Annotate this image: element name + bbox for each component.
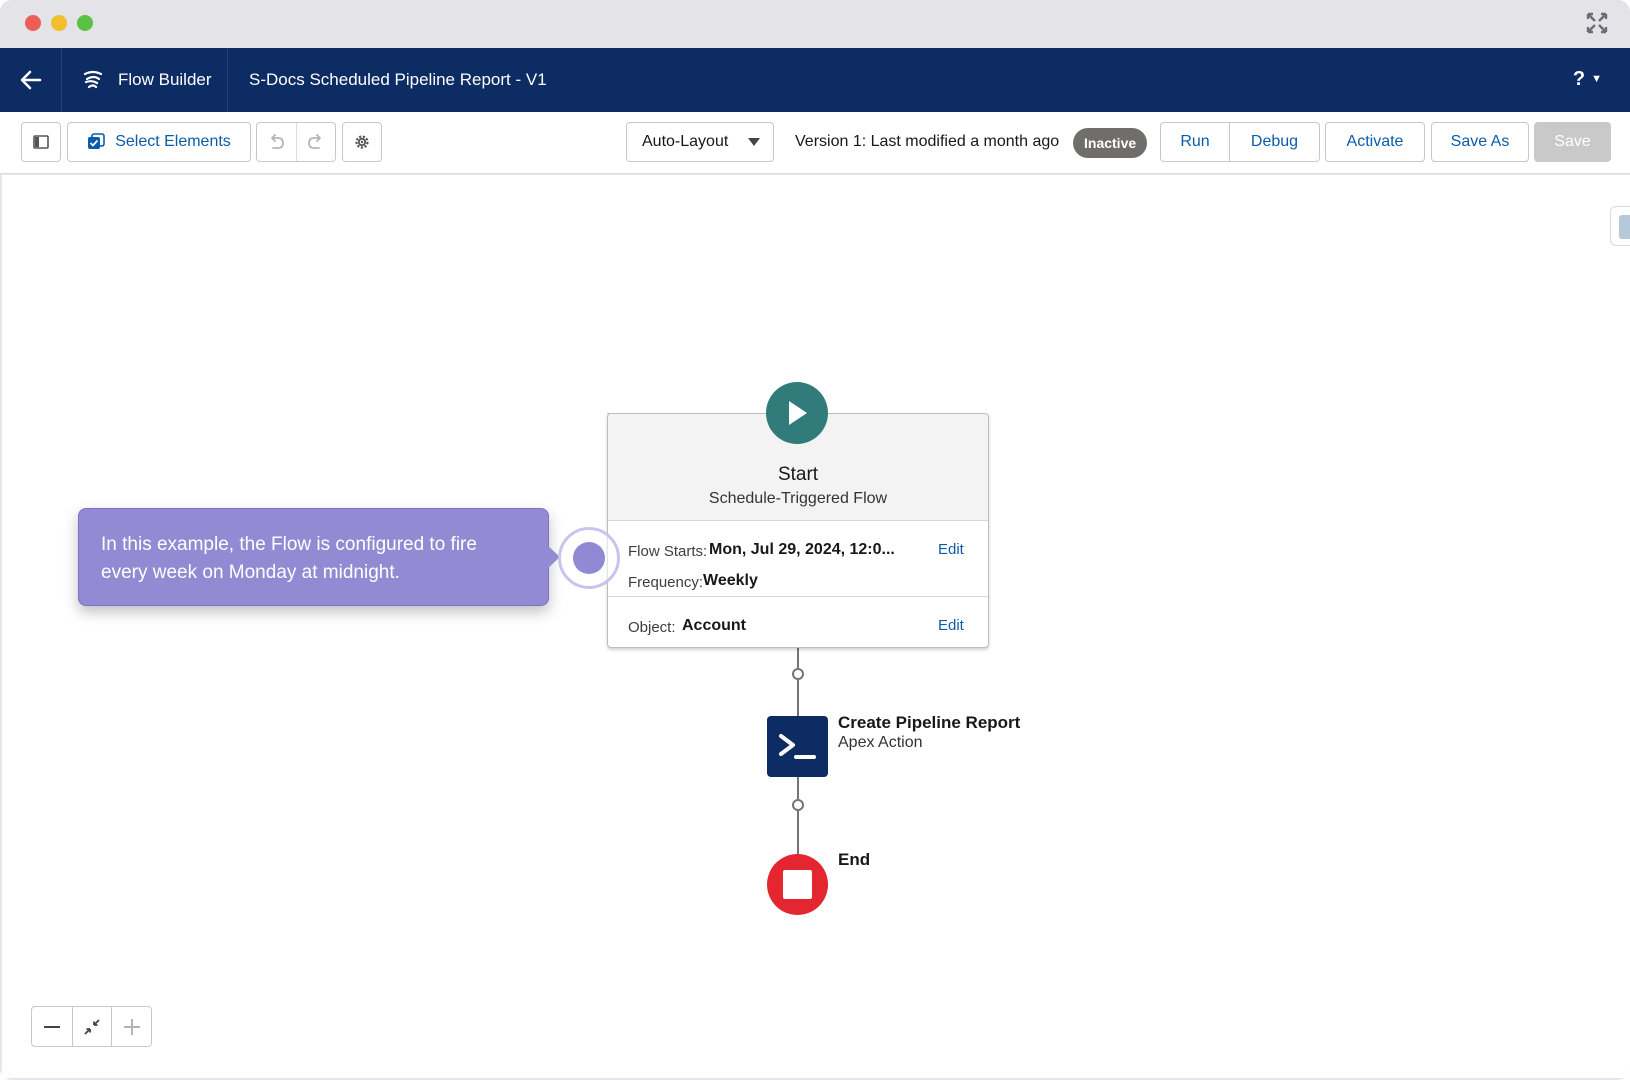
maximize-window-button[interactable] — [77, 15, 93, 31]
start-node-icon[interactable] — [766, 382, 828, 444]
zoom-out-button[interactable] — [32, 1007, 72, 1046]
end-node[interactable] — [767, 854, 828, 915]
fit-view-icon — [84, 1018, 100, 1035]
object-label: Object: — [628, 619, 676, 636]
layout-mode-value: Auto-Layout — [642, 133, 729, 150]
add-element-button[interactable] — [792, 799, 804, 811]
app-header: Flow Builder S-Docs Scheduled Pipeline R… — [0, 48, 1630, 112]
flow-builder-brand: Flow Builder — [62, 48, 228, 112]
frequency-label: Frequency: — [628, 574, 704, 591]
select-elements-button[interactable]: Select Elements — [67, 122, 251, 162]
start-node-subtitle: Schedule-Triggered Flow — [708, 490, 888, 507]
window-titlebar — [0, 0, 1630, 48]
back-button[interactable] — [0, 48, 62, 112]
toolbox-panel-toggle[interactable] — [1610, 206, 1630, 246]
flow-title: S-Docs Scheduled Pipeline Report - V1 — [249, 70, 547, 89]
back-arrow-icon — [20, 70, 41, 90]
connector-line — [797, 811, 799, 854]
save-as-button[interactable]: Save As — [1431, 122, 1529, 162]
zoom-out-icon — [43, 1025, 60, 1028]
save-button[interactable]: Save — [1534, 122, 1611, 162]
object-value: Account — [682, 617, 746, 634]
redo-button[interactable] — [295, 123, 335, 161]
help-icon: ? — [1572, 68, 1586, 90]
flow-settings-button[interactable] — [342, 122, 382, 162]
expand-window-icon[interactable] — [1586, 12, 1608, 34]
browser-window: Flow Builder S-Docs Scheduled Pipeline R… — [0, 0, 1630, 1080]
add-element-button[interactable] — [792, 668, 804, 680]
callout-text: In this example, the Flow is configured … — [101, 534, 477, 583]
gear-icon — [355, 135, 369, 149]
play-icon — [789, 401, 807, 425]
zoom-in-icon — [123, 1018, 140, 1035]
close-window-button[interactable] — [25, 15, 41, 31]
connector-line — [797, 648, 799, 668]
panel-toggle-icon — [33, 135, 49, 149]
start-node-title: Start — [777, 464, 819, 485]
end-node-label: End — [838, 850, 871, 869]
version-info: Version 1: Last modified a month ago — [795, 133, 1060, 150]
flow-starts-value: Mon, Jul 29, 2024, 12:0... — [709, 541, 895, 558]
card-top-border — [607, 413, 766, 414]
app-name: Flow Builder — [118, 70, 212, 89]
start-node-card[interactable]: Start Schedule-Triggered Flow Flow Start… — [607, 413, 989, 648]
flow-builder-icon — [83, 70, 103, 89]
tutorial-hotspot[interactable] — [573, 542, 605, 574]
chevron-down-icon — [748, 138, 760, 146]
undo-icon — [271, 134, 285, 149]
select-checkbox-icon — [88, 133, 105, 149]
zoom-controls — [31, 1006, 152, 1047]
zoom-in-button[interactable] — [111, 1007, 151, 1046]
status-badge: Inactive — [1073, 128, 1148, 158]
run-debug-group: Run Debug — [1160, 122, 1320, 162]
debug-button[interactable]: Debug — [1229, 123, 1319, 161]
card-divider — [608, 596, 988, 597]
apex-action-node[interactable] — [767, 716, 828, 777]
chevron-down-icon: ▼ — [1591, 73, 1602, 85]
apex-action-title: Create Pipeline Report — [838, 713, 1021, 732]
fit-view-button[interactable] — [71, 1007, 112, 1046]
activate-button[interactable]: Activate — [1325, 122, 1425, 162]
apex-action-subtitle: Apex Action — [838, 734, 923, 751]
select-elements-label: Select Elements — [115, 133, 231, 150]
run-button[interactable]: Run — [1161, 123, 1229, 161]
flow-starts-label: Flow Starts: — [628, 543, 708, 560]
apex-terminal-icon — [779, 734, 816, 759]
help-menu-button[interactable]: ? ▼ — [1573, 68, 1602, 91]
undo-button[interactable] — [257, 123, 296, 161]
frequency-value: Weekly — [703, 572, 758, 589]
stop-icon — [783, 870, 812, 899]
edit-object-link[interactable]: Edit — [938, 617, 964, 634]
edit-schedule-link[interactable]: Edit — [938, 541, 964, 558]
connector-line — [797, 680, 799, 716]
connector-line — [797, 777, 799, 799]
redo-icon — [308, 134, 321, 149]
tutorial-callout: In this example, the Flow is configured … — [78, 508, 549, 606]
toolbar: Select Elements Auto-Layout Version 1: L… — [0, 112, 1630, 174]
toggle-panel-button[interactable] — [21, 122, 61, 162]
undo-redo-group — [256, 122, 336, 162]
minimize-window-button[interactable] — [51, 15, 67, 31]
layout-mode-select[interactable]: Auto-Layout — [626, 122, 774, 162]
